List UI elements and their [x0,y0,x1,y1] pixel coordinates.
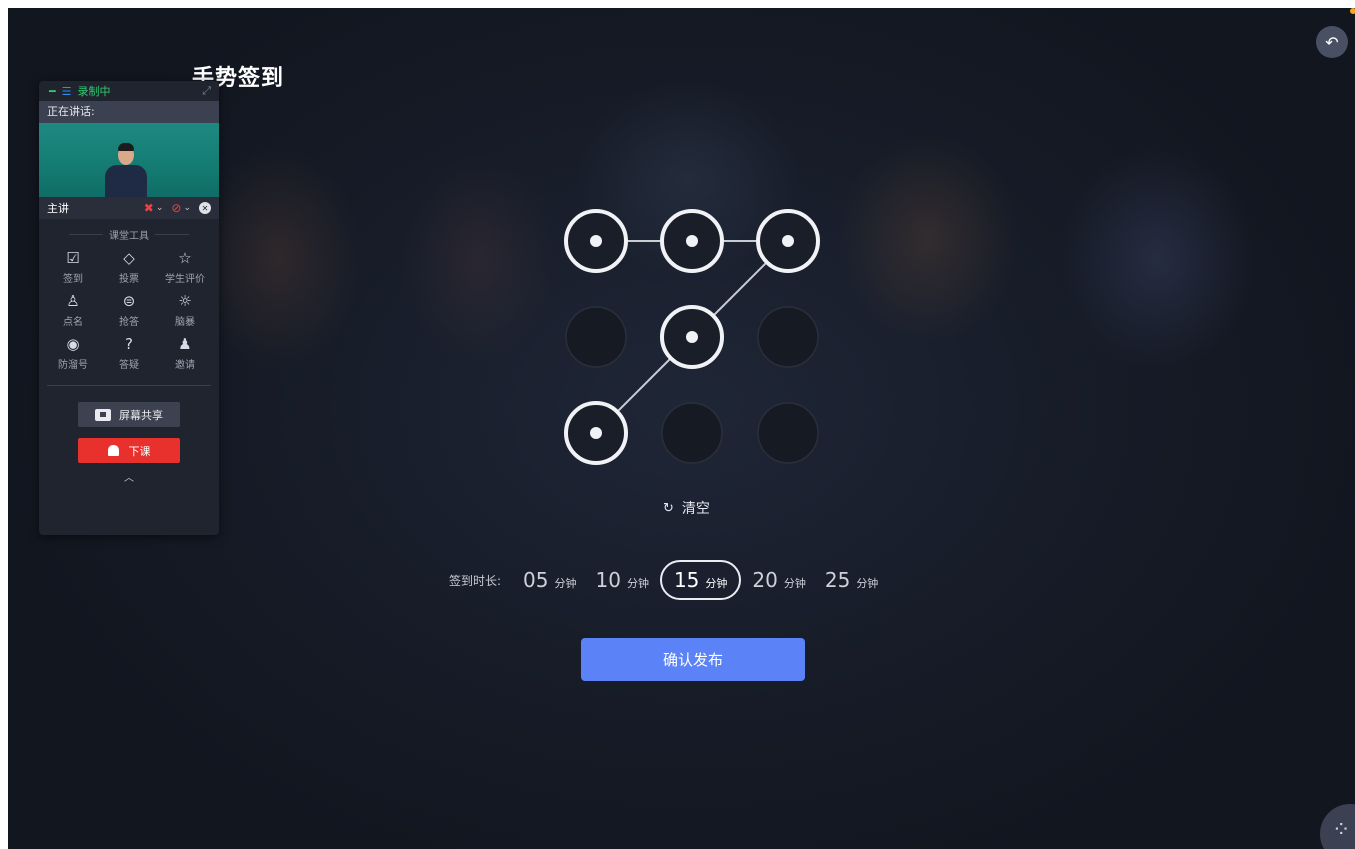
duration-option-20[interactable]: 20 分钟 [744,560,813,600]
duration-unit: 分钟 [554,576,577,590]
duration-label: 签到时长: [449,573,502,588]
duration-value: 25 [824,568,851,592]
duration-unit: 分钟 [783,576,806,590]
duration-option-15[interactable]: 15 分钟 [659,560,742,600]
duration-value: 20 [752,568,778,592]
gesture-node[interactable] [757,306,819,368]
clear-label: 清空 [681,501,710,517]
duration-value: 15 [673,568,700,592]
gesture-node[interactable] [565,306,627,368]
gesture-grid[interactable] [8,8,1355,849]
gesture-node[interactable] [661,402,723,464]
gesture-node[interactable] [660,209,724,273]
gesture-node[interactable] [757,402,819,464]
confirm-publish-button[interactable]: 确认发布 [581,638,805,681]
gesture-node[interactable] [564,401,628,465]
clear-button[interactable]: ↻ 清空 [663,498,710,518]
duration-unit: 分钟 [856,576,879,590]
gesture-node[interactable] [756,209,820,273]
refresh-icon: ↻ [663,500,674,516]
duration-unit: 分钟 [626,576,649,590]
duration-unit: 分钟 [705,576,728,590]
duration-option-05[interactable]: 05 分钟 [515,560,584,600]
gesture-node[interactable] [564,209,628,273]
duration-option-10[interactable]: 10 分钟 [588,560,657,600]
duration-value: 05 [523,568,549,592]
duration-value: 10 [595,568,621,592]
stage-background: 手势签到 ↶ ━ ☰ 录制中 ⤢ 正在讲话: 主讲 ✖ ⌄ ⊘ ⌄ ✕ 课堂工具… [8,8,1355,849]
duration-option-25[interactable]: 25 分钟 [817,560,886,600]
duration-selector: 签到时长: 05 分钟 10 分钟 15 分钟 20 分钟 25 分钟 [449,560,889,600]
gesture-node[interactable] [660,305,724,369]
